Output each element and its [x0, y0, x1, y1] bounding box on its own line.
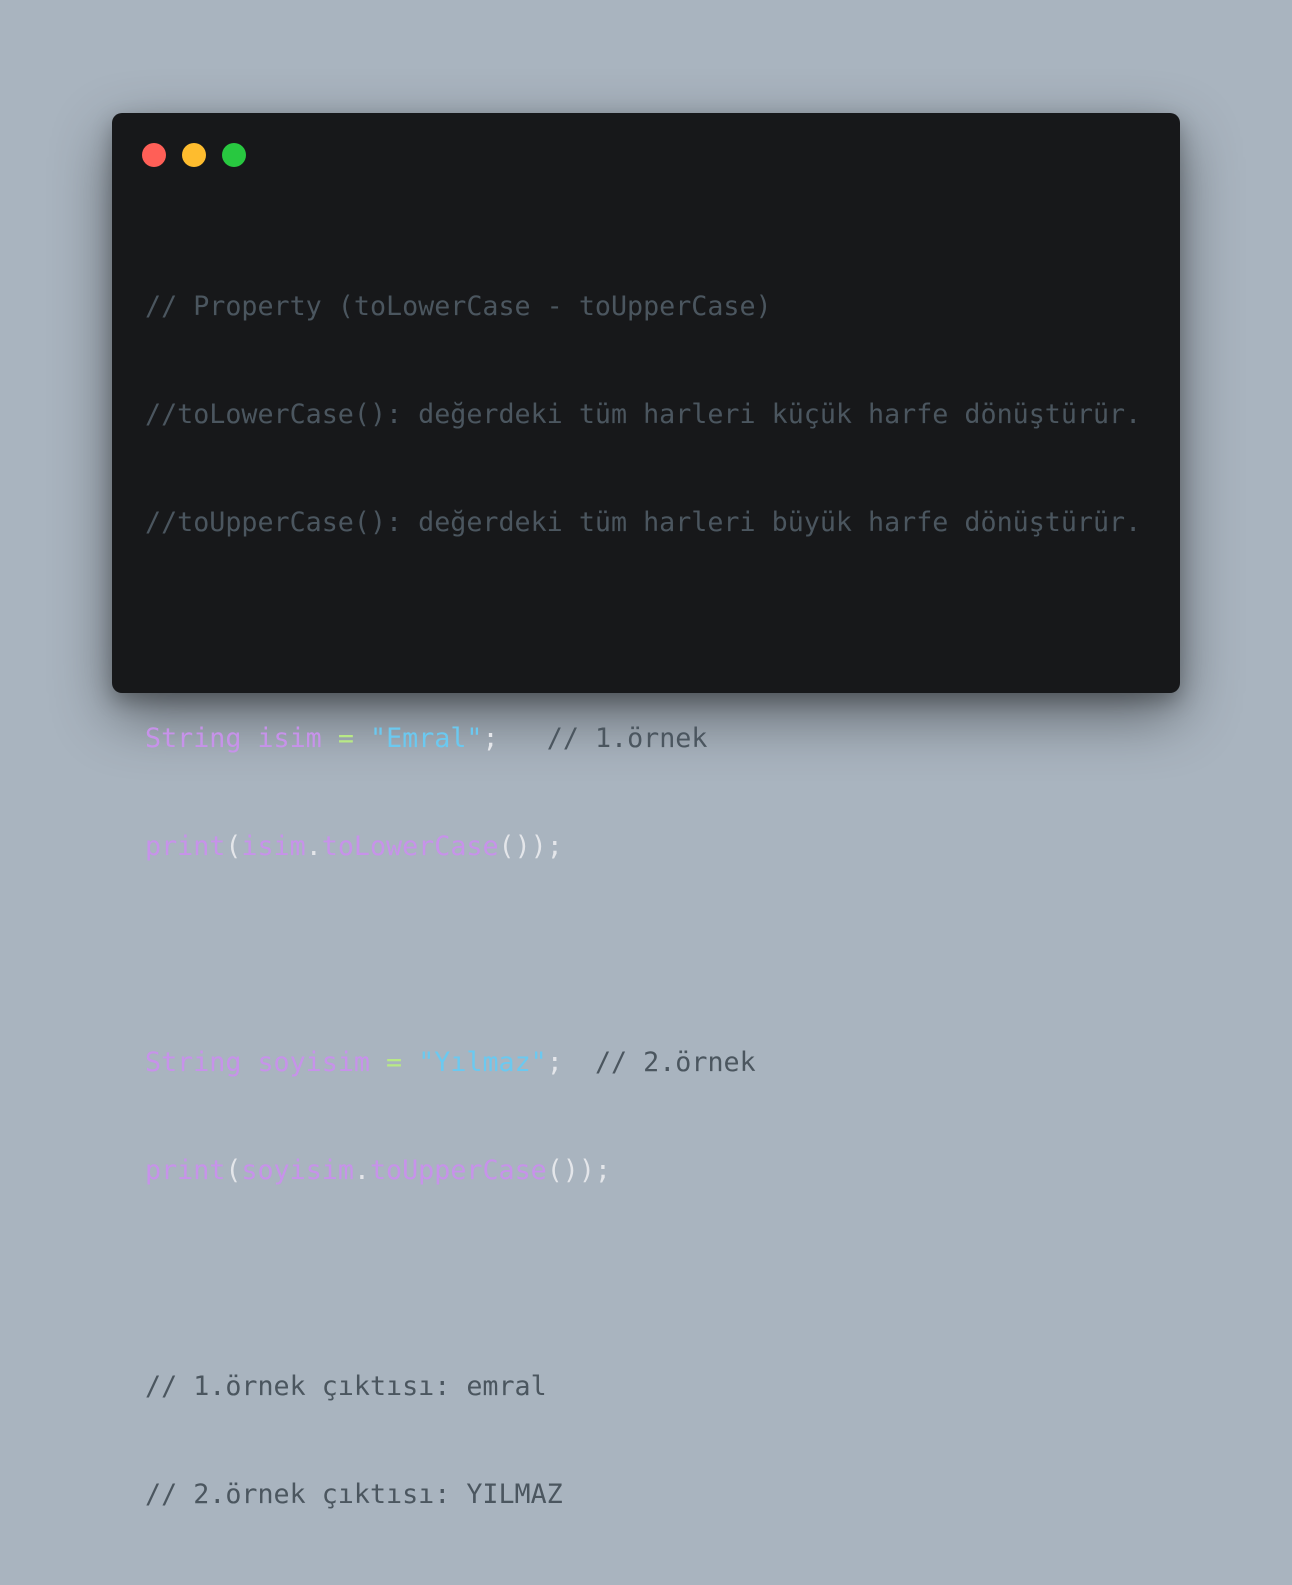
close-parens: ()); [546, 1155, 612, 1186]
method-name: toUpperCase [369, 1155, 547, 1186]
semicolon: ; [482, 723, 499, 754]
dot: . [353, 1155, 370, 1186]
call-target: soyisim [241, 1155, 354, 1186]
print-function: print [145, 831, 226, 862]
dot: . [305, 831, 322, 862]
code-line-2: //toLowerCase(): değerdeki tüm harleri k… [145, 397, 1141, 433]
code-line-6: print(isim.toLowerCase()); [145, 829, 1141, 865]
type-keyword: String [145, 723, 242, 754]
inline-comment: // 1.örnek [546, 723, 708, 754]
method-name: toLowerCase [321, 831, 499, 862]
variable-name: isim [257, 723, 322, 754]
close-parens: ()); [498, 831, 563, 862]
comment-output-2: // 2.örnek çıktısı: YILMAZ [145, 1479, 563, 1510]
code-line-3: //toUpperCase(): değerdeki tüm harleri b… [145, 505, 1141, 541]
close-dot-icon[interactable] [142, 143, 166, 167]
print-function: print [145, 1155, 226, 1186]
code-line-12: // 2.örnek çıktısı: YILMAZ [145, 1477, 1141, 1513]
string-literal: "Emral" [370, 723, 483, 754]
assign-operator: = [337, 723, 354, 754]
type-keyword: String [145, 1047, 242, 1078]
comment-tolowercase: //toLowerCase(): değerdeki tüm harleri k… [145, 399, 1142, 430]
code-window: // Property (toLowerCase - toUpperCase) … [112, 113, 1180, 1510]
window-controls [142, 143, 246, 167]
inline-comment: // 2.örnek [594, 1047, 756, 1078]
comment-title: // Property (toLowerCase - toUpperCase) [145, 291, 772, 322]
comment-output-1: // 1.örnek çıktısı: emral [145, 1371, 547, 1402]
open-paren: ( [225, 831, 242, 862]
code-line-11: // 1.örnek çıktısı: emral [145, 1369, 1141, 1405]
code-line-9: print(soyisim.toUpperCase()); [145, 1153, 1141, 1189]
variable-name: soyisim [257, 1047, 370, 1078]
assign-operator: = [386, 1047, 403, 1078]
open-paren: ( [225, 1155, 242, 1186]
code-line-1: // Property (toLowerCase - toUpperCase) [145, 289, 1141, 325]
call-target: isim [241, 831, 306, 862]
code-line-5: String isim = "Emral"; // 1.örnek [145, 721, 1141, 757]
string-literal: "Yılmaz" [418, 1047, 547, 1078]
semicolon: ; [546, 1047, 563, 1078]
code-block: // Property (toLowerCase - toUpperCase) … [145, 217, 1141, 1585]
maximize-dot-icon[interactable] [222, 143, 246, 167]
code-line-8: String soyisim = "Yılmaz"; // 2.örnek [145, 1045, 1141, 1081]
comment-touppercase: //toUpperCase(): değerdeki tüm harleri b… [145, 507, 1142, 538]
minimize-dot-icon[interactable] [182, 143, 206, 167]
